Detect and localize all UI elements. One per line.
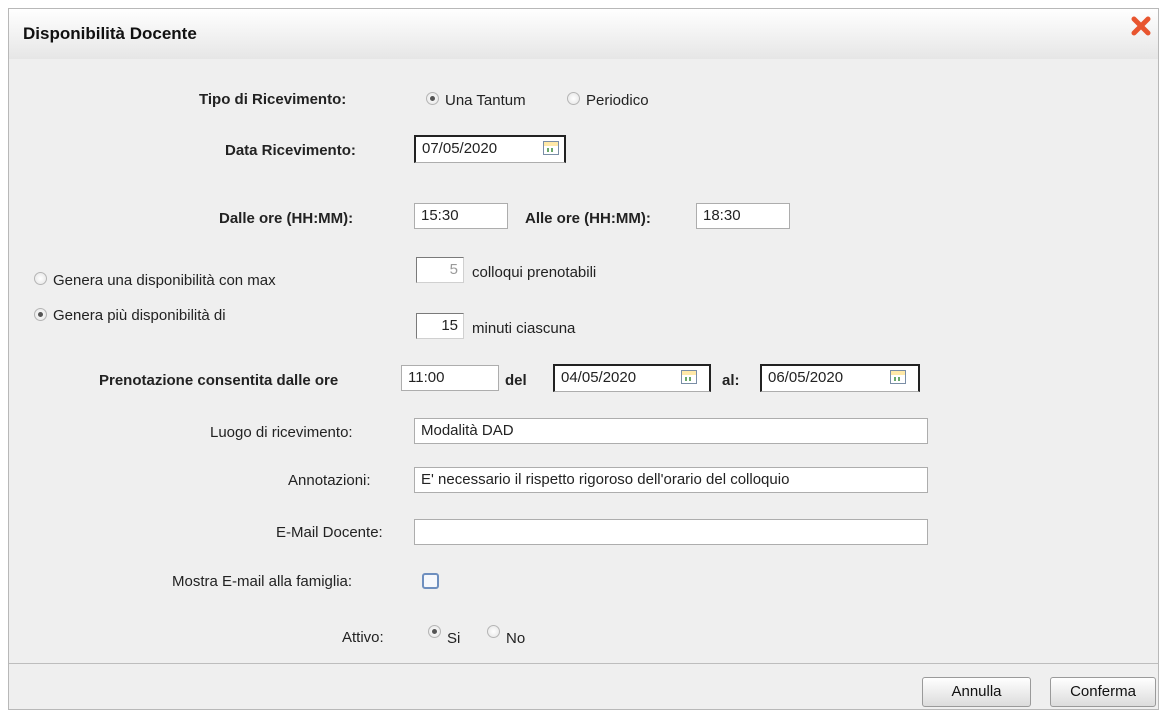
radio-genera-piu[interactable] [34,308,47,321]
radio-genera-max[interactable] [34,272,47,285]
dialog-title: Disponibilità Docente [23,24,197,43]
radio-periodico-label[interactable]: Periodico [586,92,649,109]
luogo-label: Luogo di ricevimento: [210,424,353,441]
attivo-label: Attivo: [342,629,384,646]
mostra-email-checkbox[interactable] [422,573,439,589]
dalle-ore-label: Dalle ore (HH:MM): [219,210,354,227]
annulla-button[interactable]: Annulla [922,677,1031,707]
email-label: E-Mail Docente: [276,524,383,541]
dalle-ore-value: 15:30 [421,207,459,224]
prenotazione-ora-value: 11:00 [408,369,445,386]
annotazioni-label: Annotazioni: [288,472,371,489]
dialog-body: Tipo di Ricevimento: Una Tantum Periodic… [9,59,1158,663]
alle-ore-value: 18:30 [703,207,741,224]
prenotazione-label: Prenotazione consentita dalle ore [99,372,339,389]
radio-una-tantum-label[interactable]: Una Tantum [445,92,526,109]
alle-ore-input[interactable]: 18:30 [696,203,790,229]
luogo-value: Modalità DAD [421,422,514,439]
radio-attivo-no[interactable] [487,625,500,638]
colloqui-suffix: colloqui prenotabili [472,264,597,281]
data-ricevimento-label: Data Ricevimento: [225,142,356,159]
colloqui-max-input[interactable]: 5 [416,257,464,283]
tipo-label: Tipo di Ricevimento: [199,91,347,108]
calendar-icon[interactable] [543,141,559,155]
email-input[interactable] [414,519,928,545]
radio-attivo-si-label[interactable]: Si [447,630,460,647]
colloqui-max-value: 5 [449,261,458,278]
close-icon[interactable] [1130,15,1152,37]
calendar-icon[interactable] [890,370,906,384]
dialog-footer: Annulla Conferma [9,663,1158,709]
mostra-email-label: Mostra E-mail alla famiglia: [172,573,353,590]
dalle-ore-input[interactable]: 15:30 [414,203,508,229]
dialog: Disponibilità Docente Tipo di Riceviment… [8,8,1159,710]
radio-attivo-no-label[interactable]: No [506,630,525,647]
minuti-value: 15 [441,317,458,334]
data-ricevimento-value: 07/05/2020 [422,140,498,157]
luogo-input[interactable]: Modalità DAD [414,418,928,444]
genera-max-label[interactable]: Genera una disponibilità con max [53,272,276,289]
calendar-icon[interactable] [681,370,697,384]
radio-attivo-si[interactable] [428,625,441,638]
annotazioni-value: E' necessario il rispetto rigoroso dell'… [421,471,790,488]
del-label: del [505,372,527,389]
conferma-button[interactable]: Conferma [1050,677,1156,707]
del-date-value: 04/05/2020 [561,369,637,386]
minuti-suffix: minuti ciascuna [472,320,576,337]
minuti-input[interactable]: 15 [416,313,464,339]
annotazioni-input[interactable]: E' necessario il rispetto rigoroso dell'… [414,467,928,493]
al-label: al: [722,372,740,389]
genera-piu-label[interactable]: Genera più disponibilità di [53,307,226,324]
prenotazione-ora-input[interactable]: 11:00 [401,365,499,391]
radio-periodico[interactable] [567,92,580,105]
al-date-value: 06/05/2020 [768,369,844,386]
radio-una-tantum[interactable] [426,92,439,105]
dialog-titlebar: Disponibilità Docente [9,9,1158,60]
alle-ore-label: Alle ore (HH:MM): [525,210,651,227]
